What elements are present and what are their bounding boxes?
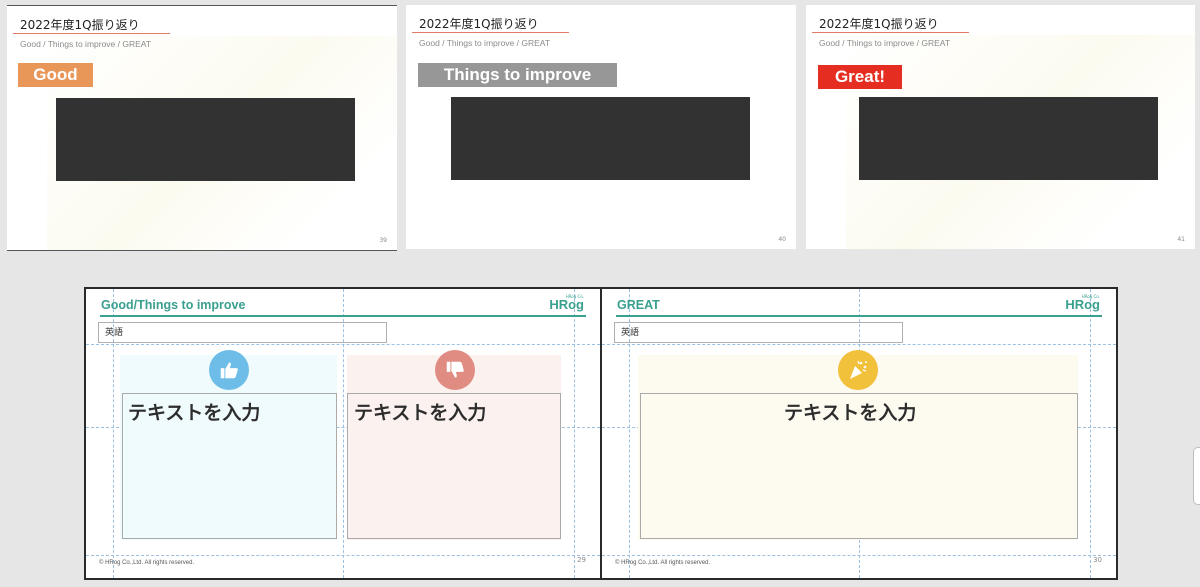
great-placeholder-text[interactable]: テキストを入力 xyxy=(784,398,916,425)
redacted-content-block xyxy=(56,98,355,181)
language-textbox[interactable]: 英語 xyxy=(614,322,903,343)
things-to-improve-badge: Things to improve xyxy=(418,63,617,87)
copyright-footer: © HRog Co.,Ltd. All rights reserved. xyxy=(615,560,711,566)
thumbs-down-icon xyxy=(435,350,475,390)
slide-title: 2022年度1Q振り返り xyxy=(419,17,539,31)
title-underline xyxy=(100,315,586,317)
title-underline xyxy=(13,33,170,34)
layout-guide xyxy=(602,344,1116,345)
improve-placeholder-text[interactable]: テキストを入力 xyxy=(354,398,486,425)
redacted-content-block xyxy=(859,97,1158,180)
slide-subtitle: Good / Things to improve / GREAT xyxy=(819,38,951,48)
title-underline xyxy=(812,32,969,33)
slide-subtitle: Good / Things to improve / GREAT xyxy=(20,39,152,49)
good-placeholder-text[interactable]: テキストを入力 xyxy=(128,398,260,425)
slide-thumbnail-41[interactable]: 2022年度1Q振り返り Good / Things to improve / … xyxy=(806,5,1195,249)
title-underline xyxy=(412,32,569,33)
slide-thumbnail-39[interactable]: 2022年度1Q振り返り Good / Things to improve / … xyxy=(7,5,397,251)
page-number: 29 xyxy=(577,556,586,564)
thumbs-up-icon xyxy=(209,350,249,390)
scrollbar-handle[interactable] xyxy=(1193,447,1200,505)
layout-guide xyxy=(86,555,600,556)
slide-title: GREAT xyxy=(617,298,660,312)
great-badge: Great! xyxy=(818,65,902,89)
slide-title: 2022年度1Q振り返り xyxy=(20,18,140,32)
page-number: 39 xyxy=(379,237,387,244)
layout-guide xyxy=(86,344,600,345)
language-textbox[interactable]: 英語 xyxy=(98,322,387,343)
slide-title: 2022年度1Q振り返り xyxy=(819,17,939,31)
layout-guide xyxy=(574,289,575,578)
hrog-logo: HRog xyxy=(1065,297,1100,312)
title-underline xyxy=(616,315,1102,317)
slide-30[interactable]: GREAT HRog Co. HRog 英語 テキストを入力 © HRog Co… xyxy=(600,287,1118,580)
page-number: 41 xyxy=(1177,236,1185,243)
slide-subtitle: Good / Things to improve / GREAT xyxy=(419,38,551,48)
slide-thumbnail-40[interactable]: 2022年度1Q振り返り Good / Things to improve / … xyxy=(406,5,796,249)
layout-guide xyxy=(1090,289,1091,578)
hrog-logo: HRog xyxy=(549,297,584,312)
slide-title: Good/Things to improve xyxy=(101,298,246,312)
layout-guide xyxy=(602,555,1116,556)
redacted-content-block xyxy=(451,97,750,180)
copyright-footer: © HRog Co.,Ltd. All rights reserved. xyxy=(99,560,195,566)
page-number: 30 xyxy=(1093,556,1102,564)
page-number: 40 xyxy=(778,236,786,243)
party-popper-icon xyxy=(838,350,878,390)
slide-29[interactable]: Good/Things to improve HRog Co. HRog 英語 … xyxy=(84,287,602,580)
good-badge: Good xyxy=(18,63,93,87)
